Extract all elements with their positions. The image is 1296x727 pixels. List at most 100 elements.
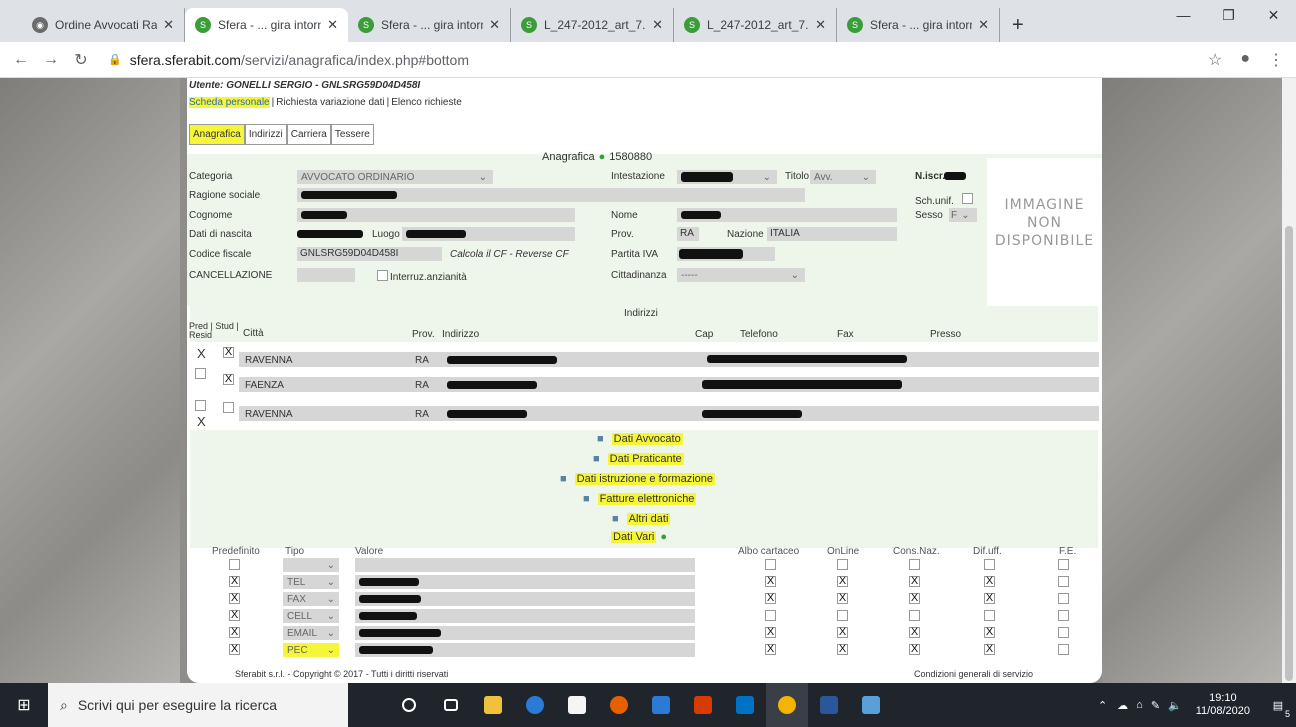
contact-row[interactable]: X FAX ⌄ X X X X	[187, 590, 1102, 607]
predefinito-checkbox[interactable]: X	[229, 644, 240, 655]
file-explorer-icon[interactable]	[472, 683, 514, 727]
interruz-checkbox[interactable]	[377, 270, 388, 281]
link-richiesta-variazione[interactable]: Richiesta variazione dati	[276, 97, 384, 108]
section-dati-avvocato[interactable]: ■ Dati Avvocato	[597, 433, 683, 445]
menu-icon[interactable]: ⋮	[1268, 50, 1284, 70]
firefox-icon[interactable]	[598, 683, 640, 727]
maximize-icon[interactable]: ❐	[1206, 0, 1251, 30]
browser-tab[interactable]: ◉ Ordine Avvocati Raveni ✕	[22, 8, 185, 42]
cons-naz-checkbox[interactable]: X	[909, 593, 920, 604]
link-elenco-richieste[interactable]: Elenco richieste	[391, 97, 462, 108]
photos-icon[interactable]	[850, 683, 892, 727]
fe-checkbox[interactable]	[1058, 610, 1069, 621]
tipo-select[interactable]: ⌄	[283, 558, 339, 572]
valore-field[interactable]	[355, 558, 695, 572]
cons-naz-checkbox[interactable]: X	[909, 627, 920, 638]
online-checkbox[interactable]: X	[837, 627, 848, 638]
word-icon[interactable]	[808, 683, 850, 727]
albo-checkbox[interactable]: X	[765, 627, 776, 638]
close-icon[interactable]: ✕	[327, 17, 338, 33]
predefinito-checkbox[interactable]: X	[229, 593, 240, 604]
dif-uff-checkbox[interactable]: X	[984, 644, 995, 655]
section-fatture-elettroniche[interactable]: ■ Fatture elettroniche	[583, 493, 697, 505]
cittadinanza-select[interactable]: ----- ⌄	[677, 268, 805, 282]
intestazione-select[interactable]: ⌄	[677, 170, 777, 184]
albo-checkbox[interactable]: X	[765, 576, 776, 587]
tray-arrow-icon[interactable]: ⌃	[1098, 699, 1107, 712]
new-tab-button[interactable]: +	[1000, 8, 1036, 42]
task-view-icon[interactable]	[430, 683, 472, 727]
scrollbar-thumb[interactable]	[1285, 226, 1293, 681]
close-icon[interactable]: ✕	[163, 17, 174, 33]
prov-field[interactable]: RA	[677, 227, 699, 241]
contact-row[interactable]: X CELL ⌄	[187, 607, 1102, 624]
stud-checkbox[interactable]: X	[223, 374, 234, 385]
albo-checkbox[interactable]	[765, 559, 776, 570]
dif-uff-checkbox[interactable]	[984, 610, 995, 621]
valore-field[interactable]	[355, 626, 695, 640]
ragione-sociale-field[interactable]	[297, 188, 805, 202]
albo-checkbox[interactable]: X	[765, 644, 776, 655]
predefinito-checkbox[interactable]	[229, 559, 240, 570]
pred-checkbox[interactable]	[195, 400, 206, 411]
contact-row[interactable]: X PEC ⌄ X X X X	[187, 641, 1102, 658]
predefinito-checkbox[interactable]: X	[229, 610, 240, 621]
cons-naz-checkbox[interactable]: X	[909, 576, 920, 587]
pred-checkbox[interactable]	[195, 368, 206, 379]
categoria-select[interactable]: AVVOCATO ORDINARIO ⌄	[297, 170, 493, 184]
close-icon[interactable]: ✕	[489, 17, 500, 33]
section-dati-vari[interactable]: Dati Vari ●	[611, 531, 667, 543]
profile-icon[interactable]: ●	[1240, 50, 1250, 70]
taskbar-search[interactable]: ⌕ Scrivi qui per eseguire la ricerca	[48, 683, 348, 727]
tipo-select[interactable]: TEL ⌄	[283, 575, 339, 589]
browser-tab[interactable]: S Sfera - ... gira intorno a ✕	[837, 8, 1000, 42]
outlook-icon[interactable]	[724, 683, 766, 727]
footer-terms-link[interactable]: Condizioni generali di servizio	[914, 669, 1033, 679]
pred-mark[interactable]: X	[197, 346, 206, 361]
browser-tab[interactable]: S L_247-2012_art_7.pdf ✕	[674, 8, 837, 42]
luogo-field[interactable]	[402, 227, 575, 241]
tipo-select[interactable]: FAX ⌄	[283, 592, 339, 606]
cons-naz-checkbox[interactable]	[909, 610, 920, 621]
section-dati-istruzione[interactable]: ■ Dati istruzione e formazione	[560, 473, 715, 485]
fe-checkbox[interactable]	[1058, 627, 1069, 638]
tipo-select[interactable]: EMAIL ⌄	[283, 626, 339, 640]
star-icon[interactable]: ☆	[1208, 50, 1222, 70]
forward-icon[interactable]: →	[36, 51, 66, 69]
online-checkbox[interactable]: X	[837, 644, 848, 655]
tipo-select[interactable]: PEC ⌄	[283, 643, 339, 657]
pen-icon[interactable]: ✎	[1151, 699, 1160, 712]
network-icon[interactable]: ⌂	[1136, 699, 1143, 711]
valore-field[interactable]	[355, 609, 695, 623]
browser-tab[interactable]: S Sfera - ... gira intorno a ✕	[185, 8, 348, 42]
contact-row[interactable]: X TEL ⌄ X X X X	[187, 573, 1102, 590]
dif-uff-checkbox[interactable]: X	[984, 593, 995, 604]
onedrive-icon[interactable]: ☁	[1117, 699, 1128, 712]
online-checkbox[interactable]	[837, 610, 848, 621]
mail-icon[interactable]	[640, 683, 682, 727]
piva-field[interactable]	[677, 247, 775, 261]
valore-field[interactable]	[355, 575, 695, 589]
contact-row[interactable]: ⌄	[187, 556, 1102, 573]
scrollbar[interactable]	[1282, 78, 1296, 683]
section-dati-praticante[interactable]: ■ Dati Praticante	[593, 453, 684, 465]
office-icon[interactable]	[682, 683, 724, 727]
link-scheda-personale[interactable]: Scheda personale	[189, 97, 270, 108]
url-field[interactable]: 🔒 sfera.sferabit.com/servizi/anagrafica/…	[108, 52, 469, 68]
back-icon[interactable]: ←	[6, 51, 36, 69]
tipo-select[interactable]: CELL ⌄	[283, 609, 339, 623]
browser-tab[interactable]: S Sfera - ... gira intorno a ✕	[348, 8, 511, 42]
online-checkbox[interactable]: X	[837, 576, 848, 587]
sesso-select[interactable]: F ⌄	[949, 208, 977, 222]
nome-field[interactable]	[677, 208, 897, 222]
valore-field[interactable]	[355, 592, 695, 606]
store-icon[interactable]	[556, 683, 598, 727]
cancellazione-field[interactable]	[297, 268, 355, 282]
titolo-select[interactable]: Avv. ⌄	[810, 170, 876, 184]
tab-carriera[interactable]: Carriera	[286, 124, 331, 145]
cons-naz-checkbox[interactable]	[909, 559, 920, 570]
close-icon[interactable]: ✕	[978, 17, 989, 33]
nazione-field[interactable]: ITALIA	[767, 227, 897, 241]
cortana-icon[interactable]	[388, 683, 430, 727]
online-checkbox[interactable]	[837, 559, 848, 570]
